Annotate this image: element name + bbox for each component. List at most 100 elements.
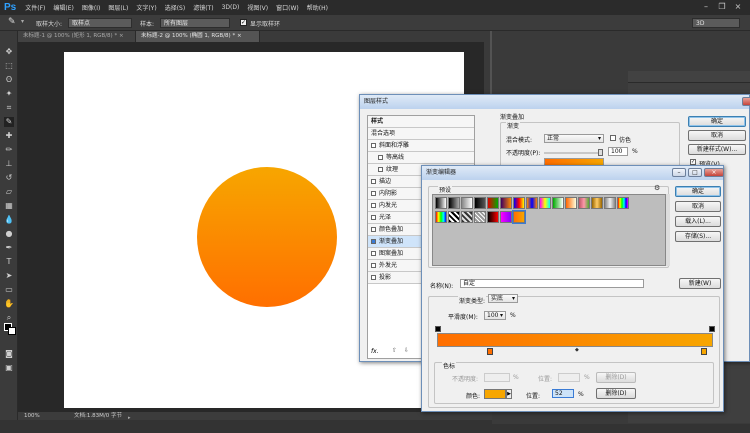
delete-color-stop-button[interactable]: 删除(D) (596, 388, 636, 399)
sample-size-select[interactable]: 取样点 (68, 18, 132, 28)
close-icon[interactable]: × (732, 2, 744, 12)
screen-mode-icon[interactable]: ▣ (4, 363, 14, 373)
tab-document-1[interactable]: 未标题-1 @ 100% (矩形 1, RGB/8) * × (18, 31, 136, 42)
panel-tabs[interactable] (628, 71, 750, 83)
preset-swatch[interactable] (513, 197, 525, 209)
minimize-icon[interactable]: – (700, 2, 712, 12)
preset-swatch[interactable] (552, 197, 564, 209)
crop-tool-icon[interactable]: ⌗ (4, 103, 14, 113)
close-icon[interactable]: × (742, 97, 750, 106)
delete-opacity-stop-button[interactable]: 删除(D) (596, 372, 636, 383)
menu-type[interactable]: 文字(Y) (132, 3, 160, 12)
style-checkbox[interactable] (371, 227, 376, 232)
preset-swatch[interactable] (435, 197, 447, 209)
gear-icon[interactable]: ⚙ (654, 184, 660, 192)
style-checkbox[interactable] (378, 167, 383, 172)
stop-opacity-input[interactable] (484, 373, 510, 382)
path-select-icon[interactable]: ➤ (4, 271, 14, 281)
menu-filter[interactable]: 滤镜(T) (189, 3, 217, 12)
new-style-button[interactable]: 新建样式(W)... (688, 144, 746, 155)
preset-swatch[interactable] (448, 211, 460, 223)
preset-swatch[interactable] (461, 211, 473, 223)
close-icon[interactable]: × (119, 33, 124, 39)
ok-button[interactable]: 确定 (688, 116, 746, 127)
dodge-tool-icon[interactable]: ● (4, 229, 14, 239)
stop-location-input[interactable] (558, 373, 580, 382)
style-checkbox[interactable] (371, 263, 376, 268)
menu-view[interactable]: 视图(V) (243, 3, 272, 12)
preset-swatch[interactable] (474, 211, 486, 223)
shape-tool-icon[interactable]: ▭ (4, 285, 14, 295)
opacity-input[interactable]: 100 (608, 147, 628, 156)
ok-button[interactable]: 确定 (675, 186, 721, 197)
move-tool-icon[interactable]: ✥ (4, 47, 14, 57)
hand-tool-icon[interactable]: ✋ (4, 299, 14, 309)
preset-swatch[interactable] (578, 197, 590, 209)
menu-layer[interactable]: 图层(L) (104, 3, 132, 12)
minimize-icon[interactable]: – (672, 168, 686, 177)
type-tool-icon[interactable]: T (4, 257, 14, 267)
load-button[interactable]: 载入(L)... (675, 216, 721, 227)
preset-swatch[interactable] (487, 197, 499, 209)
new-gradient-button[interactable]: 新建(W) (679, 278, 721, 289)
color-stop-left[interactable] (487, 348, 493, 355)
arrow-down-icon[interactable]: ⇩ (404, 347, 409, 354)
style-checkbox[interactable] (371, 215, 376, 220)
style-checkbox[interactable] (371, 203, 376, 208)
history-brush-icon[interactable]: ↺ (4, 173, 14, 183)
eyedropper-icon[interactable]: ✎ (8, 17, 16, 27)
menu-window[interactable]: 窗口(W) (272, 3, 303, 12)
eraser-tool-icon[interactable]: ▱ (4, 187, 14, 197)
color-stop-right[interactable] (701, 348, 707, 355)
style-checkbox[interactable] (371, 275, 376, 280)
close-icon[interactable]: × (704, 168, 724, 177)
zoom-tool-icon[interactable]: ⌕ (4, 313, 14, 323)
style-checkbox[interactable] (371, 239, 376, 244)
stop-color-swatch[interactable] (484, 389, 506, 399)
midpoint-diamond-icon[interactable]: ◆ (575, 347, 579, 353)
preset-swatch[interactable] (617, 197, 629, 209)
restore-icon[interactable]: ❐ (716, 2, 728, 12)
style-checkbox[interactable] (378, 155, 383, 160)
preset-swatch[interactable] (487, 211, 499, 223)
preset-swatch[interactable] (526, 197, 538, 209)
opacity-stop-left[interactable] (435, 326, 441, 332)
menu-help[interactable]: 帮助(H) (303, 3, 332, 12)
preset-swatch[interactable] (591, 197, 603, 209)
style-checkbox[interactable] (371, 191, 376, 196)
gradient-type-select[interactable]: 实底 (488, 294, 518, 303)
tab-document-2[interactable]: 未标题-2 @ 100% (椭圆 1, RGB/8) * × (136, 31, 260, 42)
preset-swatch-selected[interactable] (512, 210, 526, 224)
style-item-styles[interactable]: 样式 (368, 116, 474, 128)
save-button[interactable]: 存储(S)... (675, 231, 721, 242)
brush-tool-icon[interactable]: ✏ (4, 145, 14, 155)
chevron-down-icon[interactable]: ▾ (21, 18, 24, 25)
stamp-tool-icon[interactable]: ⊥ (4, 159, 14, 169)
menu-select[interactable]: 选择(S) (161, 3, 190, 12)
gradient-tool-icon[interactable]: ▦ (4, 201, 14, 211)
menu-image[interactable]: 图像(I) (78, 3, 104, 12)
style-item-bevel[interactable]: 斜面和浮雕 (368, 140, 474, 152)
menu-file[interactable]: 文件(F) (21, 3, 49, 12)
zoom-level[interactable]: 100% (24, 412, 40, 420)
background-color-swatch[interactable] (8, 327, 16, 335)
style-item-contour[interactable]: 等高线 (368, 152, 474, 164)
quick-select-tool-icon[interactable]: ✦ (4, 89, 14, 99)
maximize-icon[interactable]: □ (688, 168, 702, 177)
style-item-blending[interactable]: 混合选项 (368, 128, 474, 140)
show-ring-checkbox[interactable]: ✓ (240, 19, 247, 26)
opacity-slider-thumb[interactable] (598, 149, 603, 156)
preset-swatch[interactable] (539, 197, 551, 209)
eyedropper-tool-icon[interactable]: ✎ (4, 117, 14, 127)
opacity-stop-right[interactable] (709, 326, 715, 332)
orange-circle[interactable] (197, 167, 337, 307)
cancel-button[interactable]: 取消 (675, 201, 721, 212)
preset-swatch[interactable] (565, 197, 577, 209)
preset-swatch[interactable] (461, 197, 473, 209)
healing-tool-icon[interactable]: ✚ (4, 131, 14, 141)
preset-swatch[interactable] (435, 211, 447, 223)
preset-swatch[interactable] (500, 211, 512, 223)
preset-swatch[interactable] (604, 197, 616, 209)
style-checkbox[interactable] (371, 179, 376, 184)
lasso-tool-icon[interactable]: ʘ (4, 75, 14, 85)
